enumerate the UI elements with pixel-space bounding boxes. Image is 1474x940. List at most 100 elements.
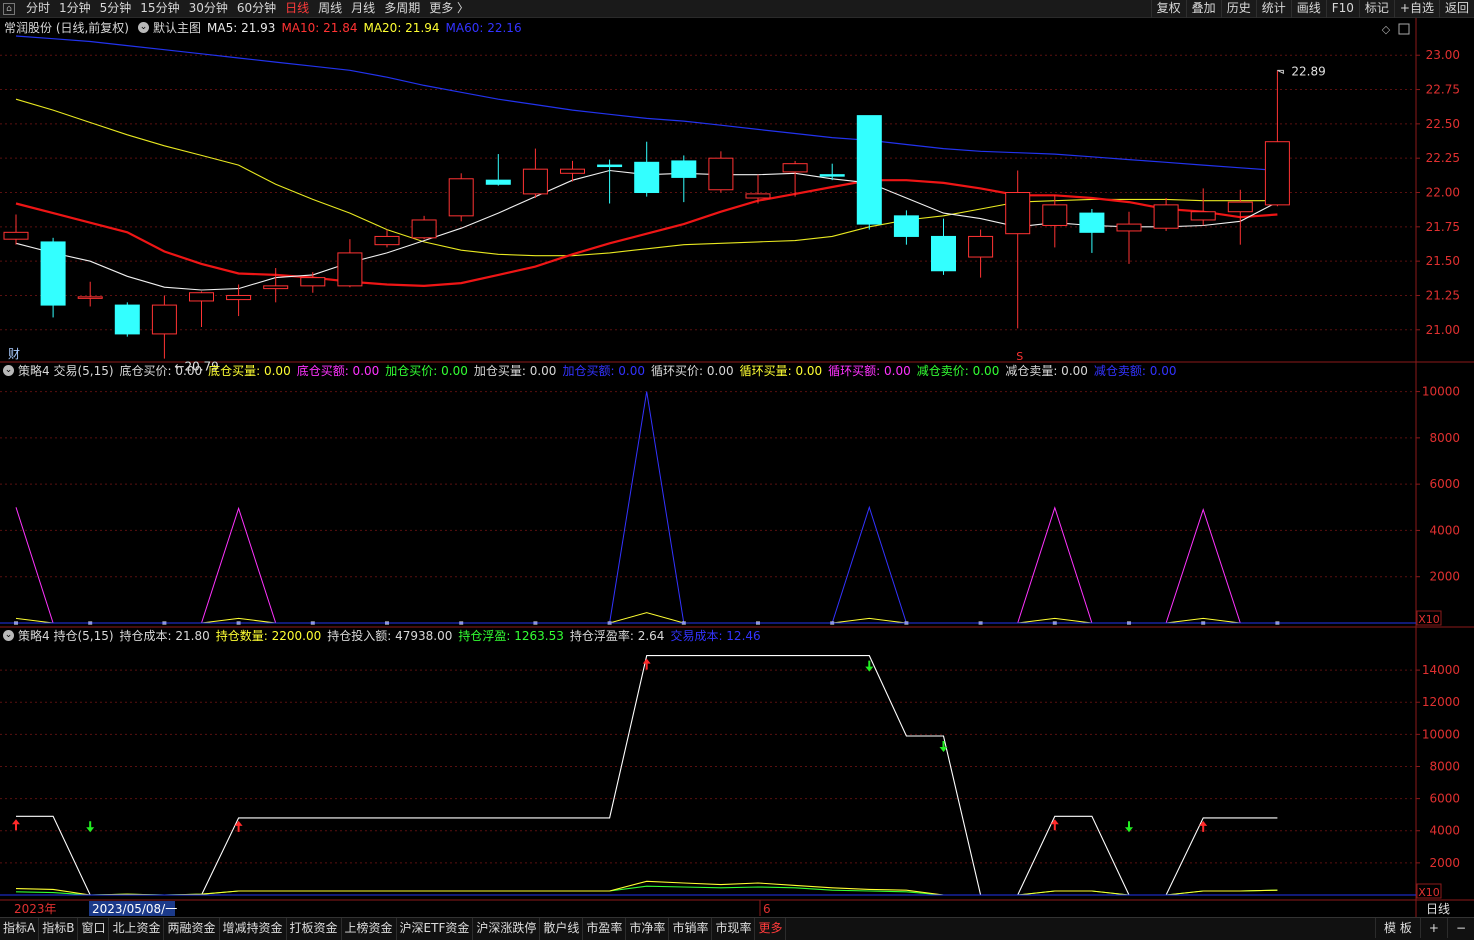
period-tab-3[interactable]: 15分钟: [140, 0, 179, 18]
tab-indicator-b[interactable]: 指标B: [39, 918, 79, 940]
ind2-series-0: [16, 655, 1278, 896]
bottom-tabbar: 指标A 指标B 窗口 北上资金 两融资金 增减持资金 打板资金 上榜资金 沪深E…: [0, 917, 1474, 940]
indicator1-name[interactable]: 策略4 交易(5,15): [18, 363, 114, 379]
legend-menu-icon[interactable]: ⌄: [138, 22, 149, 33]
tool-button-8[interactable]: 返回: [1438, 0, 1474, 18]
period-tab-4[interactable]: 30分钟: [189, 0, 228, 18]
candle-body-30: [1116, 223, 1142, 232]
template-button[interactable]: 模 板: [1375, 918, 1420, 938]
candle-body-2: [77, 296, 103, 299]
tab-northbound[interactable]: 北上资金: [109, 918, 165, 940]
window-menu-icon[interactable]: ⌂: [3, 3, 15, 15]
period-tab-6[interactable]: 日线: [285, 0, 309, 18]
ind2-tick-label-2: 10000: [1422, 727, 1460, 741]
buy-arrow-0: [12, 819, 20, 831]
tab-holdings-change[interactable]: 增减持资金: [220, 918, 287, 940]
tool-button-0[interactable]: 复权: [1150, 0, 1186, 18]
tab-pb[interactable]: 市净率: [626, 918, 670, 940]
tab-scatter[interactable]: 散户线: [540, 918, 584, 940]
zoom-in-button[interactable]: +: [1419, 918, 1447, 938]
price-tick-label-1: 22.75: [1426, 83, 1460, 97]
indicator1-legend: ⌄ 策略4 交易(5,15) 底仓买价: 0.00 底仓买量: 0.00 底仓买额:…: [0, 363, 1188, 379]
period-tab-7[interactable]: 周线: [318, 0, 342, 18]
candle-body-19: [708, 157, 734, 191]
tab-pcf[interactable]: 市现率: [712, 918, 756, 940]
tool-button-2[interactable]: 历史: [1220, 0, 1256, 18]
ind2-tick-label-4: 6000: [1429, 792, 1460, 806]
date-cursor-label: 2023/05/08/一: [92, 902, 177, 916]
tool-button-7[interactable]: +自选: [1393, 0, 1439, 18]
period-tab-5[interactable]: 60分钟: [237, 0, 276, 18]
period-axis-label: 日线: [1426, 902, 1450, 916]
ma60-value: MA60: 22.16: [445, 21, 522, 35]
tool-button-6[interactable]: 标记: [1358, 0, 1394, 18]
finance-marker: 财: [8, 347, 20, 361]
period-tab-2[interactable]: 5分钟: [100, 0, 132, 18]
candle-body-18: [671, 160, 697, 178]
ind1-tick-label-0: 10000: [1422, 385, 1460, 399]
candle-body-3: [114, 304, 140, 335]
ind2-scale-label: X10: [1418, 886, 1440, 899]
candle-body-0: [3, 231, 29, 240]
candle-body-17: [634, 161, 660, 194]
tab-limit-board[interactable]: 打板资金: [287, 918, 342, 940]
tool-button-4[interactable]: 画线: [1290, 0, 1326, 18]
tab-updown[interactable]: 沪深涨跌停: [473, 918, 541, 940]
candle-body-4: [151, 304, 177, 335]
period-tab-1[interactable]: 1分钟: [59, 0, 91, 18]
indicator1-item-1: 底仓买量: 0.00: [208, 364, 291, 378]
price-tick-label-0: 23.00: [1426, 48, 1460, 62]
high-pointer: [1277, 69, 1284, 75]
year-label: 2023年: [14, 902, 57, 916]
period-tab-8[interactable]: 月线: [351, 0, 375, 18]
period-tabs: 分时 1分钟 5分钟 15分钟 30分钟 60分钟 日线 周线 月线 多周期 更多 〉: [26, 0, 478, 18]
indicator2-item-1: 持仓数量: 2200.00: [215, 629, 322, 643]
candle-body-33: [1227, 201, 1253, 213]
candle-body-9: [337, 252, 363, 287]
indicator1-item-7: 循环买量: 0.00: [739, 364, 823, 378]
zoom-out-button[interactable]: −: [1446, 918, 1474, 938]
candle-body-16: [597, 164, 623, 168]
indicator1-item-9: 减仓卖价: 0.00: [916, 364, 1000, 378]
tab-ps[interactable]: 市销率: [669, 918, 713, 940]
tab-indicator-a[interactable]: 指标A: [0, 918, 40, 940]
price-tick-label-6: 21.50: [1426, 254, 1460, 268]
month-label: 6: [763, 902, 771, 916]
indicator2-item-3: 持仓浮盈: 1263.53: [458, 629, 564, 643]
indicator2-name[interactable]: 策略4 持仓(5,15): [18, 628, 114, 644]
indicator1-item-2: 底仓买额: 0.00: [296, 364, 380, 378]
tab-top-list[interactable]: 上榜资金: [342, 918, 397, 940]
price-tick-label-8: 21.00: [1426, 323, 1460, 337]
sell-signal-marker: S: [1016, 350, 1023, 363]
indicator2-menu-icon[interactable]: ⌄: [3, 630, 14, 641]
period-tab-0[interactable]: 分时: [26, 0, 50, 18]
tab-more[interactable]: 更多: [755, 918, 787, 940]
price-tick-label-2: 22.50: [1426, 117, 1460, 131]
period-tab-9[interactable]: 多周期: [384, 0, 420, 18]
tool-button-1[interactable]: 叠加: [1185, 0, 1221, 18]
candle-body-24: [893, 215, 919, 237]
ind1-tick-label-4: 2000: [1429, 570, 1460, 584]
candle-body-11: [411, 219, 437, 239]
indicator1-item-10: 减仓卖量: 0.00: [1005, 364, 1088, 378]
candle-body-12: [448, 178, 474, 217]
tool-button-5[interactable]: F10: [1325, 0, 1359, 18]
tab-pe[interactable]: 市盈率: [583, 918, 627, 940]
indicator1-menu-icon[interactable]: ⌄: [3, 365, 14, 376]
tool-button-3[interactable]: 统计: [1255, 0, 1291, 18]
tab-margin[interactable]: 两融资金: [164, 918, 220, 940]
main-template-name[interactable]: 默认主图: [153, 20, 201, 36]
candle-body-22: [819, 174, 845, 177]
ind1-tick-label-2: 6000: [1429, 477, 1460, 491]
indicator2-item-5: 交易成本: 12.46: [670, 629, 761, 643]
tab-window[interactable]: 窗口: [78, 918, 110, 940]
period-tab-10[interactable]: 更多 〉: [429, 0, 469, 18]
chart-canvas[interactable]: 23.00 22.75 22.50 22.25 22.00 21.75 21.50 21.25…: [0, 0, 1474, 940]
stock-title[interactable]: 常润股份 (日线,前复权): [4, 20, 129, 36]
candle-body-15: [560, 168, 585, 174]
candle-body-13: [485, 179, 511, 185]
candle-body-31: [1153, 204, 1179, 229]
tab-etf[interactable]: 沪深ETF资金: [397, 918, 474, 940]
ind2-tick-label-1: 12000: [1422, 695, 1460, 709]
indicator1-item-5: 加仓买额: 0.00: [562, 364, 646, 378]
